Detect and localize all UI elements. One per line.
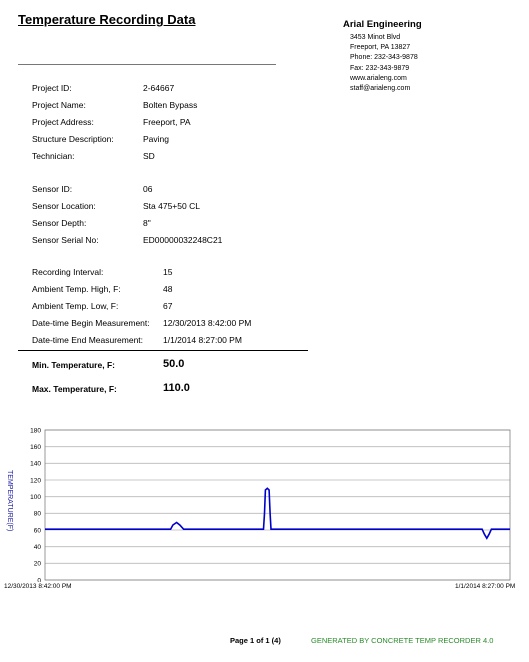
max-temp-value: 110.0 [163, 382, 190, 394]
plot-area [44, 429, 511, 581]
temperature-chart: 0 20 40 60 80 100 120 140 160 180 [30, 427, 511, 582]
ambient-high-value: 48 [163, 284, 173, 294]
address-line: www.arialeng.com [350, 74, 407, 82]
address-line: Freeport, PA 13827 [350, 44, 411, 52]
ambient-high-label: Ambient Temp. High, F: [32, 284, 121, 294]
y-tick-label: 80 [34, 511, 42, 518]
end-measurement-value: 1/1/2014 8:27:00 PM [163, 335, 242, 345]
y-tick-label: 40 [34, 544, 42, 551]
address-line: Fax: 232-343-9879 [350, 64, 410, 72]
project-address-value: Freeport, PA [143, 117, 191, 127]
y-tick-label: 140 [30, 461, 41, 468]
sensor-depth-value: 8" [143, 218, 151, 228]
y-tick-label: 60 [34, 527, 42, 534]
y-tick-label: 160 [30, 444, 41, 451]
y-tick-label: 180 [30, 427, 41, 434]
structure-description-value: Paving [143, 134, 169, 144]
sensor-id-label: Sensor ID: [32, 184, 73, 194]
recording-interval-value: 15 [163, 267, 173, 277]
end-measurement-label: Date-time End Measurement: [32, 335, 144, 345]
divider [18, 350, 308, 351]
technician-value: SD [143, 151, 155, 161]
recording-interval-label: Recording Interval: [32, 267, 104, 277]
project-name-label: Project Name: [32, 100, 86, 110]
divider [18, 64, 276, 65]
project-address-label: Project Address: [32, 117, 94, 127]
x-start-label: 12/30/2013 8:42:00 PM [4, 583, 72, 590]
address-line: Phone: 232-343-9878 [350, 54, 418, 62]
begin-measurement-value: 12/30/2013 8:42:00 PM [163, 318, 252, 328]
address-line: staff@arialeng.com [350, 85, 411, 93]
generator-credit: GENERATED BY CONCRETE TEMP RECORDER 4.0 [311, 636, 494, 645]
sensor-location-value: Sta 475+50 CL [143, 201, 200, 211]
report-title: Temperature Recording Data [18, 12, 196, 27]
max-temp-label: Max. Temperature, F: [32, 384, 117, 394]
y-tick-label: 20 [34, 561, 42, 568]
x-end-label: 1/1/2014 8:27:00 PM [455, 583, 516, 590]
sensor-serial-label: Sensor Serial No: [32, 235, 99, 245]
min-temp-label: Min. Temperature, F: [32, 360, 115, 370]
y-tick-label: 120 [30, 477, 41, 484]
project-id-label: Project ID: [32, 83, 72, 93]
page-indicator: Page 1 of 1 (4) [230, 636, 281, 645]
begin-measurement-label: Date-time Begin Measurement: [32, 318, 150, 328]
project-name-value: Bolten Bypass [143, 100, 198, 110]
company-address: 3453 Minot Blvd Freeport, PA 13827 Phone… [350, 33, 418, 94]
technician-label: Technician: [32, 151, 75, 161]
project-id-value: 2-64667 [143, 83, 175, 93]
ambient-low-value: 67 [163, 301, 173, 311]
address-line: 3453 Minot Blvd [350, 34, 401, 41]
company-name: Arial Engineering [343, 19, 422, 30]
sensor-location-label: Sensor Location: [32, 201, 96, 211]
sensor-serial-value: ED00000032248C21 [143, 235, 223, 245]
structure-description-label: Structure Description: [32, 134, 114, 144]
ambient-low-label: Ambient Temp. Low, F: [32, 301, 119, 311]
y-tick-label: 100 [30, 494, 41, 501]
min-temp-value: 50.0 [163, 358, 185, 370]
sensor-id-value: 06 [143, 184, 153, 194]
y-tick-label: 0 [37, 577, 41, 582]
sensor-depth-label: Sensor Depth: [32, 218, 87, 228]
